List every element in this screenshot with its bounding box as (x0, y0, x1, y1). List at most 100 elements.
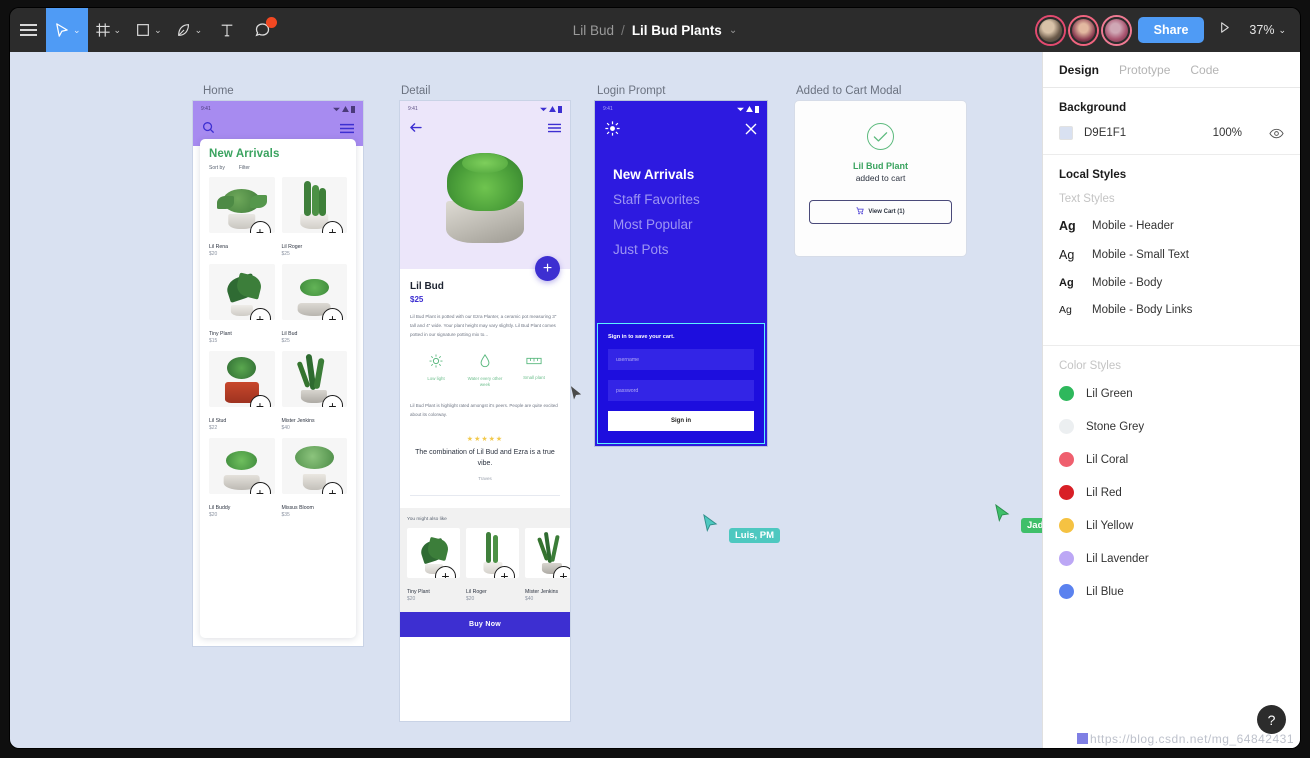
plus-circle-icon[interactable]: + (249, 308, 271, 320)
product-price: $40 (525, 595, 534, 602)
color-style-lil-lavender[interactable]: Lil Lavender (1059, 551, 1284, 566)
frame-label-login-prompt[interactable]: Login Prompt (597, 85, 665, 97)
color-swatch-icon (1059, 419, 1074, 434)
color-style-lil-red[interactable]: Lil Red (1059, 485, 1284, 500)
tab-design[interactable]: Design (1059, 63, 1099, 77)
avatar[interactable] (1069, 16, 1097, 44)
breadcrumb-caret-icon[interactable]: ⌄ (729, 25, 737, 36)
filter-dropdown[interactable]: Filter (239, 165, 250, 171)
list-item[interactable]: + Lil Bud $25 (281, 264, 347, 344)
cursor-label-luis: Luis, PM (729, 528, 781, 543)
product-price: $35 (281, 512, 290, 518)
share-button[interactable]: Share (1137, 17, 1205, 43)
list-item[interactable]: + Mister Jenkins $40 (281, 351, 347, 431)
shape-tool-caret-icon[interactable]: ⌄ (154, 25, 162, 35)
buy-now-button[interactable]: Buy Now (400, 611, 570, 637)
shopping-cart-icon (856, 207, 865, 217)
color-style-stone-grey[interactable]: Stone Grey (1059, 419, 1284, 434)
list-item[interactable]: + Mister Jenkins $40 (525, 527, 570, 602)
frame-tool-button[interactable]: ⌄ (88, 8, 129, 52)
text-style-sample: Ag (1059, 219, 1076, 233)
move-tool-caret-icon[interactable]: ⌄ (73, 25, 81, 35)
background-color-swatch[interactable] (1059, 126, 1073, 140)
plus-circle-icon[interactable]: + (249, 482, 271, 494)
frame-label-cart-modal[interactable]: Added to Cart Modal (796, 85, 901, 97)
background-opacity-value[interactable]: 100% (1213, 127, 1242, 139)
add-to-cart-fab[interactable]: + (535, 256, 560, 281)
watermark-logo-icon (1077, 733, 1089, 744)
tab-prototype[interactable]: Prototype (1119, 63, 1170, 77)
list-item[interactable]: + Lil Stud $22 (209, 351, 275, 431)
product-price: $20 (407, 595, 416, 602)
toolbar-left-tools: ⌄ ⌄ ⌄ ⌄ (10, 8, 281, 52)
product-image: + (281, 438, 347, 494)
search-icon[interactable] (202, 121, 215, 139)
text-style-mobile-header[interactable]: Ag Mobile - Header (1059, 219, 1284, 233)
avatar[interactable] (1036, 16, 1064, 44)
frame-added-to-cart-modal[interactable]: Lil Bud Plant added to cart View Cart (1… (795, 101, 966, 256)
sort-by-dropdown[interactable]: Sort by (209, 165, 225, 171)
list-item[interactable]: + Tiny Plant $20 (407, 527, 460, 602)
login-menu-list: New Arrivals Staff Favorites Most Popula… (595, 141, 767, 257)
pen-tool-button[interactable]: ⌄ (169, 8, 210, 52)
shape-tool-button[interactable]: ⌄ (128, 8, 169, 52)
menu-item-just-pots[interactable]: Just Pots (613, 242, 767, 257)
list-item[interactable]: + Lil Buddy $20 (209, 438, 275, 518)
list-item[interactable]: + Lil Roger $20 (466, 527, 519, 602)
eye-icon[interactable] (1269, 128, 1284, 139)
plus-circle-icon[interactable]: + (249, 221, 271, 233)
menu-item-new-arrivals[interactable]: New Arrivals (613, 167, 767, 182)
product-image: + (209, 438, 275, 494)
top-toolbar: ⌄ ⌄ ⌄ ⌄ Lil Bud / Lil Bud Plants ⌄ Share… (10, 8, 1300, 52)
product-image: + (209, 351, 275, 407)
close-x-icon[interactable] (745, 122, 757, 140)
username-input[interactable]: username (608, 349, 754, 370)
color-style-lil-green[interactable]: Lil Green (1059, 386, 1284, 401)
text-style-mobile-small-text[interactable]: Ag Mobile - Small Text (1059, 248, 1284, 262)
text-style-label: Mobile - Body (1092, 277, 1163, 289)
background-hex-value[interactable]: D9E1F1 (1084, 127, 1126, 139)
frame-tool-caret-icon[interactable]: ⌄ (114, 25, 122, 35)
tab-code[interactable]: Code (1190, 63, 1219, 77)
color-style-lil-yellow[interactable]: Lil Yellow (1059, 518, 1284, 533)
frame-home[interactable]: 9:41 New Arrivals Sort by Filter + Lil R… (193, 101, 363, 646)
main-menu-button[interactable] (10, 8, 46, 52)
frame-detail[interactable]: 9:41 + Lil Bud $25 Lil Bud Plant is pott… (400, 101, 570, 721)
hamburger-icon[interactable] (340, 121, 354, 139)
list-item[interactable]: + Lil Roger $25 (281, 177, 347, 257)
avatar[interactable] (1102, 16, 1130, 44)
color-style-lil-coral[interactable]: Lil Coral (1059, 452, 1284, 467)
product-price: $22 (209, 425, 218, 431)
text-style-mobile-body-links[interactable]: Ag Mobile - Body Links (1059, 304, 1284, 316)
plus-circle-icon[interactable]: + (553, 565, 570, 578)
menu-item-staff-favorites[interactable]: Staff Favorites (613, 192, 767, 207)
background-fill-row[interactable]: D9E1F1 100% (1059, 126, 1284, 140)
product-price: $20 (209, 251, 218, 257)
color-swatch-icon (1059, 584, 1074, 599)
move-tool-button[interactable]: ⌄ (46, 8, 88, 52)
menu-item-most-popular[interactable]: Most Popular (613, 217, 767, 232)
frame-label-detail[interactable]: Detail (401, 85, 430, 97)
list-item[interactable]: + Missus Bloom $35 (281, 438, 347, 518)
password-input[interactable]: password (608, 380, 754, 401)
list-item[interactable]: + Lil Rena $20 (209, 177, 275, 257)
breadcrumb-project[interactable]: Lil Bud (573, 23, 614, 38)
text-tool-button[interactable] (209, 8, 245, 52)
frame-label-home[interactable]: Home (203, 85, 234, 97)
help-button[interactable]: ? (1257, 705, 1286, 734)
frame-login-prompt[interactable]: 9:41 New Arrivals Staff Favorites Most P… (595, 101, 767, 446)
pen-tool-caret-icon[interactable]: ⌄ (195, 25, 203, 35)
play-triangle-icon (1217, 20, 1232, 40)
color-style-lil-blue[interactable]: Lil Blue (1059, 584, 1284, 599)
text-style-mobile-body[interactable]: Ag Mobile - Body (1059, 277, 1284, 289)
zoom-control[interactable]: 37% ⌄ (1245, 23, 1290, 37)
view-cart-button[interactable]: View Cart (1) (809, 200, 952, 224)
comment-tool-button[interactable] (245, 8, 281, 52)
list-item[interactable]: + Tiny Plant $15 (209, 264, 275, 344)
present-button[interactable] (1212, 20, 1237, 40)
divider (410, 494, 560, 496)
breadcrumb-file[interactable]: Lil Bud Plants (632, 23, 722, 38)
signin-button[interactable]: Sign in (608, 411, 754, 431)
sun-burst-icon[interactable] (605, 121, 620, 141)
plus-circle-icon[interactable]: + (249, 395, 271, 407)
